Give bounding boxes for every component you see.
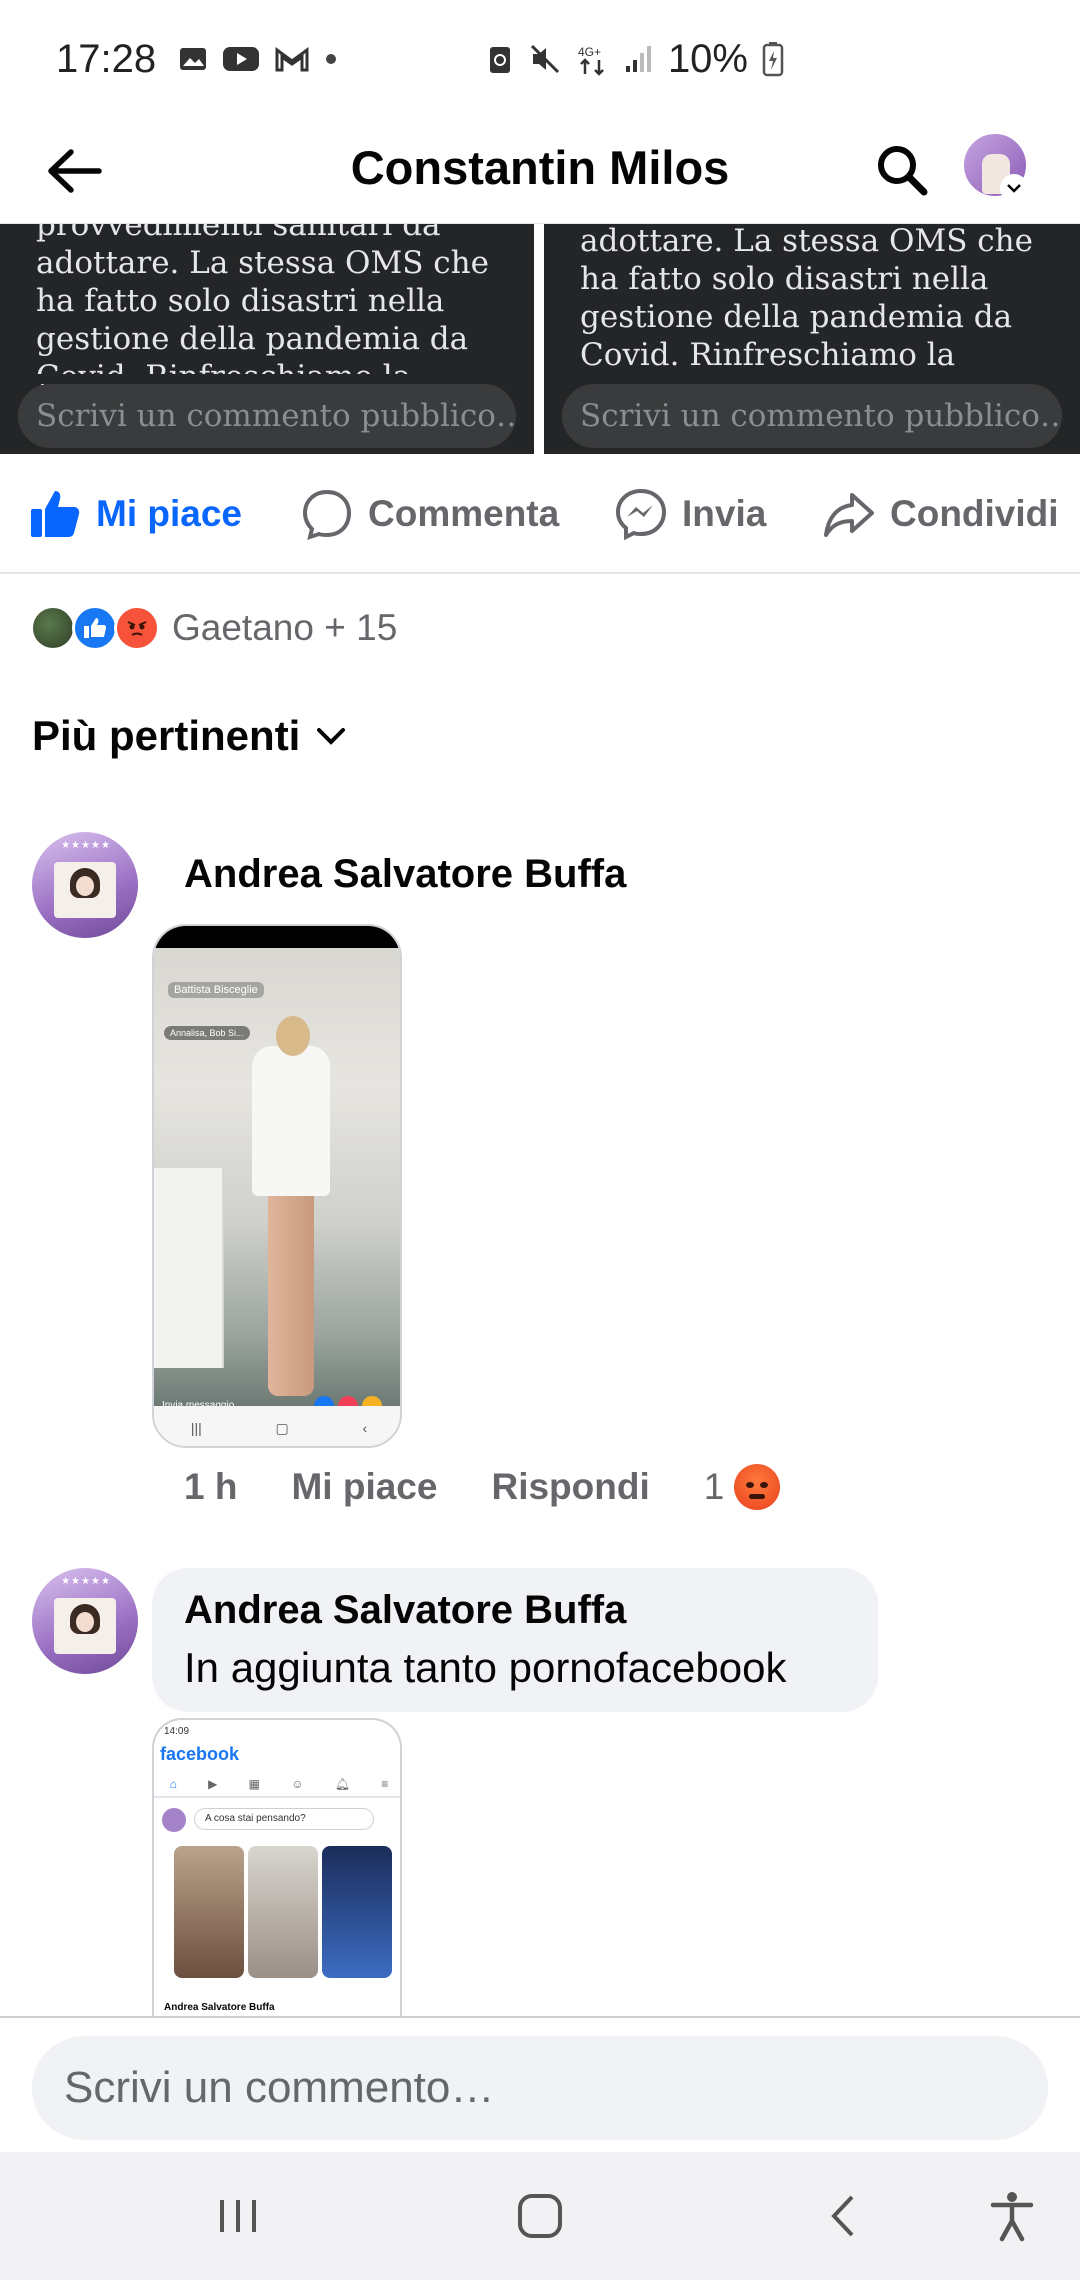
thumbs-up-icon: [31, 491, 80, 537]
public-comment-input[interactable]: Scrivi un commento pubblico…: [18, 384, 516, 448]
comment-image[interactable]: 14:09 facebook ⌂ ▶ ▦ ☺ 🔔︎ ≡ A cosa stai pensa…: [152, 1718, 402, 2018]
send-label: Invia: [682, 493, 767, 534]
send-button[interactable]: Invia: [614, 454, 766, 574]
screen: 17:28 4G+ 10% Constantin Milos provvedim…: [0, 0, 1080, 2280]
comment-like-button[interactable]: Mi piace: [291, 1466, 437, 1508]
like-button[interactable]: Mi piace: [28, 454, 242, 574]
shared-post-card[interactable]: adottare. La stessa OMS che ha fatto sol…: [544, 224, 1080, 454]
chevron-down-icon: [317, 728, 346, 745]
comment-icon: [302, 489, 352, 541]
search-button[interactable]: [866, 134, 938, 206]
thumb-footer-author: Andrea Salvatore Buffa: [164, 2002, 275, 2013]
battery-icon: [762, 41, 784, 77]
accessibility-icon: [990, 2192, 1034, 2242]
like-label: Mi piace: [96, 493, 242, 534]
status-right: 4G+ 10%: [486, 37, 784, 82]
story-card: [174, 1846, 244, 1978]
comment-author[interactable]: Andrea Salvatore Buffa: [184, 852, 626, 897]
thumb-tabs: ⌂ ▶ ▦ ☺ 🔔︎ ≡: [154, 1772, 400, 1798]
back-nav-button[interactable]: [812, 2184, 876, 2248]
comment-author[interactable]: Andrea Salvatore Buffa: [184, 1588, 626, 1633]
avatar[interactable]: ★★★★★: [32, 832, 138, 938]
app-header: Constantin Milos: [0, 118, 1080, 224]
thumb-avatar: [162, 1808, 186, 1832]
home-button[interactable]: [508, 2184, 572, 2248]
comment-reply-button[interactable]: Rispondi: [491, 1466, 649, 1508]
share-icon: [824, 493, 874, 537]
thumb-audio: Annalisa, Bob Si...: [164, 1026, 250, 1040]
facebook-logo: facebook: [160, 1744, 240, 1764]
messenger-icon: [615, 488, 667, 541]
comment-image[interactable]: Battista Bisceglie Annalisa, Bob Si... I…: [152, 924, 402, 1448]
comment-text: In aggiunta tanto pornofacebook: [184, 1644, 787, 1691]
reaction-avatar: [30, 605, 76, 651]
comment-reaction-count: 1: [703, 1466, 725, 1507]
angry-reaction-icon: [114, 605, 160, 651]
share-button[interactable]: Condividi: [822, 454, 1059, 574]
status-bar: 17:28 4G+ 10%: [0, 0, 1080, 118]
dot-icon: [324, 52, 338, 66]
search-icon: [878, 146, 928, 196]
status-time: 17:28: [56, 36, 157, 81]
chevron-down-icon[interactable]: [1000, 174, 1028, 202]
recycle-icon: [486, 43, 514, 75]
share-label: Condividi: [890, 493, 1059, 534]
gmail-icon: [274, 44, 310, 74]
back-chevron-icon: [831, 2195, 854, 2237]
sort-label: Più pertinenti: [32, 712, 301, 759]
story-card: [322, 1846, 392, 1978]
comment-sort-dropdown[interactable]: Più pertinenti: [32, 712, 348, 760]
recent-apps-button[interactable]: [206, 2184, 270, 2248]
comment-meta: 1 h Mi piace Rispondi 1: [184, 1464, 781, 1510]
angry-reaction-icon[interactable]: [734, 1464, 781, 1510]
comment-input[interactable]: Scrivi un commento…: [32, 2036, 1048, 2140]
image-icon: [178, 44, 208, 74]
divider: [534, 224, 544, 454]
youtube-icon: [222, 44, 260, 74]
shared-posts-strip: provvedimenti sanitari da adottare. La s…: [0, 224, 1080, 454]
comment-button[interactable]: Commenta: [300, 454, 559, 574]
story-card: [248, 1846, 318, 1978]
public-comment-input[interactable]: Scrivi un commento pubblico…: [562, 384, 1062, 448]
shared-post-text: adottare. La stessa OMS che ha fatto sol…: [580, 224, 1033, 373]
reactions-summary[interactable]: Gaetano + 15: [30, 600, 397, 656]
battery-percentage: 10%: [667, 36, 748, 81]
mute-icon: [528, 42, 562, 76]
comment-label: Commenta: [368, 493, 560, 534]
thumb-nav: ||| ▢ ‹: [154, 1406, 400, 1446]
signal-icon: [624, 44, 654, 74]
comment-composer: Scrivi un commento…: [0, 2016, 1080, 2152]
thumb-page-name: Battista Bisceglie: [168, 982, 264, 998]
comment-time: 1 h: [184, 1466, 238, 1507]
like-reaction-icon: [72, 605, 118, 651]
shared-post-text: provvedimenti sanitari da adottare. La s…: [36, 224, 489, 395]
status-left: 17:28: [56, 37, 338, 82]
comment-photo: Battista Bisceglie Annalisa, Bob Si... I…: [154, 948, 400, 1416]
thumb-input: A cosa stai pensando?: [194, 1808, 374, 1830]
accessibility-button[interactable]: [980, 2184, 1044, 2248]
reactions-count: Gaetano + 15: [172, 607, 398, 648]
system-nav-bar: [0, 2152, 1080, 2280]
thumb-status: 14:09: [164, 1726, 190, 1737]
post-action-bar: Mi piace Commenta Invia Condividi: [0, 454, 1080, 574]
home-icon: [518, 2194, 562, 2238]
recent-apps-icon: [220, 2200, 256, 2232]
svg-text:4G+: 4G+: [578, 45, 601, 59]
avatar[interactable]: ★★★★★: [32, 1568, 138, 1674]
shared-post-card[interactable]: provvedimenti sanitari da adottare. La s…: [0, 224, 534, 454]
network-icon: 4G+: [576, 42, 610, 76]
